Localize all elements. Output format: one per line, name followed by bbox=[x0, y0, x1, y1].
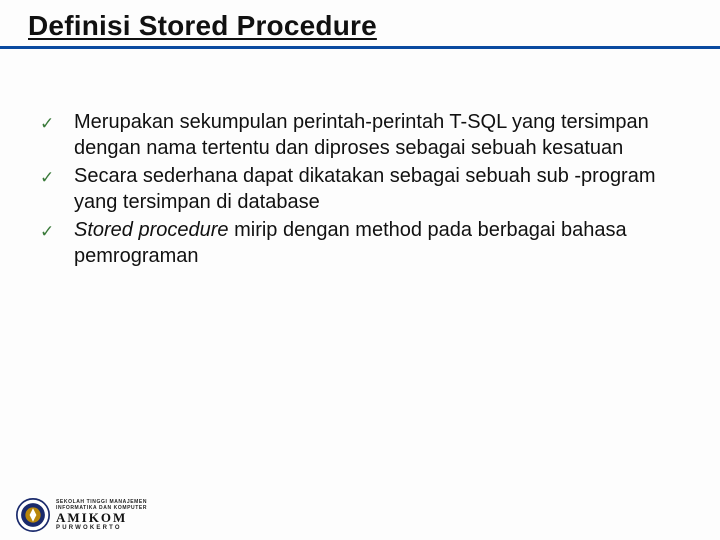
check-icon: ✓ bbox=[40, 109, 74, 137]
footer: SEKOLAH TINGGI MANAJEMEN INFORMATIKA DAN… bbox=[16, 498, 147, 532]
footer-city: PURWOKERTO bbox=[56, 525, 147, 532]
list-item: ✓ Secara sederhana dapat dikatakan sebag… bbox=[40, 163, 680, 215]
check-icon: ✓ bbox=[40, 163, 74, 191]
page-title: Definisi Stored Procedure bbox=[28, 10, 692, 42]
content-area: ✓ Merupakan sekumpulan perintah-perintah… bbox=[0, 49, 720, 269]
list-item: ✓ Stored procedure mirip dengan method p… bbox=[40, 217, 680, 269]
list-item: ✓ Merupakan sekumpulan perintah-perintah… bbox=[40, 109, 680, 161]
title-bar: Definisi Stored Procedure bbox=[0, 0, 720, 49]
bullet-text: Secara sederhana dapat dikatakan sebagai… bbox=[74, 163, 680, 215]
logo-icon bbox=[16, 498, 50, 532]
footer-subtitle-a: SEKOLAH TINGGI MANAJEMEN bbox=[56, 499, 147, 505]
footer-text: SEKOLAH TINGGI MANAJEMEN INFORMATIKA DAN… bbox=[56, 499, 147, 532]
bullet-text: Merupakan sekumpulan perintah-perintah T… bbox=[74, 109, 680, 161]
bullet-text: Stored procedure mirip dengan method pad… bbox=[74, 217, 680, 269]
footer-name: AMIKOM bbox=[56, 511, 147, 525]
check-icon: ✓ bbox=[40, 217, 74, 245]
